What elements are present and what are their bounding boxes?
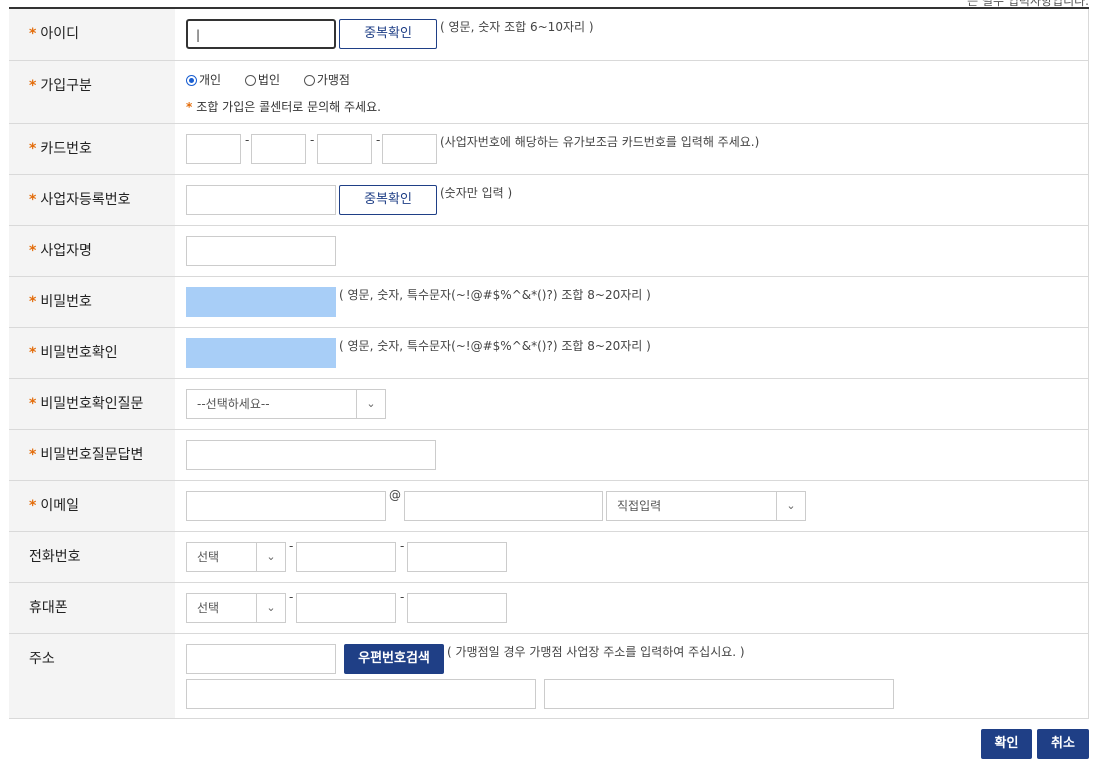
pw-answer-input[interactable] (186, 439, 436, 470)
required-mark: * (29, 140, 37, 157)
required-mark: * (29, 26, 37, 42)
mobile-last-input[interactable] (407, 592, 507, 623)
email-local-input[interactable] (186, 490, 386, 521)
password-label: 비밀번호 (40, 293, 92, 310)
label-cell: * 아이디 (9, 9, 175, 61)
required-mark: * (29, 395, 37, 412)
phone-last-input[interactable] (407, 541, 507, 572)
card-input-1[interactable] (186, 133, 241, 164)
zipcode-search-button[interactable]: 우편번호검색 (344, 643, 444, 674)
pw-answer-label: 비밀번호질문답변 (40, 446, 144, 463)
phone-middle-input[interactable] (296, 541, 396, 572)
pw-question-label: 비밀번호확인질문 (40, 395, 144, 412)
required-mark: * (29, 344, 37, 361)
card-separator: - (245, 132, 250, 147)
address-hint: ( 가맹점일 경우 가맹점 사업장 주소를 입력하여 주십시요. ) (447, 644, 745, 659)
row-password: * 비밀번호 ( 영문, 숫자, 특수문자(~!@#$%^&*()?) 조합 8~… (9, 276, 1089, 328)
card-separator: - (376, 132, 381, 147)
row-card: * 카드번호 - - - (사업자번호에 해당하는 유가보조금 카드번호를 입력해… (9, 123, 1089, 175)
radio-franchise[interactable]: 가맹점 (303, 71, 350, 88)
required-mark: * (29, 77, 37, 94)
phone-label: 전화번호 (29, 548, 81, 565)
password-input[interactable] (186, 286, 336, 317)
radio-unchecked-icon (244, 74, 256, 86)
signup-form: * 아이디 | 중복확인 ( 영문, 숫자 조합 6~10자리 ) * 가입구분 개… (9, 9, 1089, 719)
radio-corporation[interactable]: 법인 (244, 71, 280, 88)
id-duplicate-check-button[interactable]: 중복확인 (339, 19, 437, 49)
mobile-separator: - (400, 589, 405, 604)
phone-separator: - (400, 538, 405, 553)
row-password-confirm: * 비밀번호확인 ( 영문, 숫자, 특수문자(~!@#$%^&*()?) 조합 … (9, 327, 1089, 379)
row-pw-question: * 비밀번호확인질문 --선택하세요-- ⌄ (9, 378, 1089, 430)
biz-no-label: 사업자등록번호 (40, 191, 131, 208)
biz-no-input[interactable] (186, 184, 336, 215)
join-type-label: 가입구분 (40, 77, 92, 94)
mobile-label: 휴대폰 (29, 599, 68, 616)
address-detail-input[interactable] (544, 678, 894, 709)
chevron-down-icon: ⌄ (256, 542, 285, 571)
biz-no-hint: (숫자만 입력 ) (440, 185, 513, 200)
card-hint: (사업자번호에 해당하는 유가보조금 카드번호를 입력해 주세요.) (440, 134, 760, 149)
join-type-note: * 조합 가입은 콜센터로 문의해 주세요. (186, 99, 381, 114)
email-domain-input[interactable] (404, 490, 603, 521)
required-mark: * (29, 497, 37, 514)
phone-prefix-select[interactable]: 선택 ⌄ (186, 541, 286, 572)
email-at-sign: @ (389, 487, 401, 502)
email-domain-select[interactable]: 직접입력 ⌄ (606, 490, 806, 521)
id-input[interactable]: | (186, 19, 336, 49)
password-confirm-input[interactable] (186, 337, 336, 368)
biz-name-label: 사업자명 (40, 242, 92, 259)
card-input-4[interactable] (382, 133, 437, 164)
password-hint: ( 영문, 숫자, 특수문자(~!@#$%^&*()?) 조합 8~20자리 ) (339, 287, 651, 302)
row-id: * 아이디 | 중복확인 ( 영문, 숫자 조합 6~10자리 ) (9, 9, 1089, 61)
required-mark: * (29, 446, 37, 463)
row-address: 주소 우편번호검색 ( 가맹점일 경우 가맹점 사업장 주소를 입력하여 주십시… (9, 633, 1089, 719)
confirm-button[interactable]: 확인 (981, 729, 1032, 759)
row-biz-name: * 사업자명 (9, 225, 1089, 277)
row-pw-answer: * 비밀번호질문답변 (9, 429, 1089, 481)
id-hint: ( 영문, 숫자 조합 6~10자리 ) (440, 20, 594, 34)
pw-question-select[interactable]: --선택하세요-- ⌄ (186, 388, 386, 419)
chevron-down-icon: ⌄ (256, 593, 285, 622)
required-mark: * (29, 242, 37, 259)
address-label: 주소 (29, 650, 55, 667)
card-label: 카드번호 (40, 140, 92, 157)
mobile-separator: - (289, 589, 294, 604)
radio-checked-icon (186, 74, 197, 86)
phone-separator: - (289, 538, 294, 553)
row-biz-no: * 사업자등록번호 중복확인 (숫자만 입력 ) (9, 174, 1089, 226)
mobile-middle-input[interactable] (296, 592, 396, 623)
mobile-prefix-select[interactable]: 선택 ⌄ (186, 592, 286, 623)
card-separator: - (310, 132, 315, 147)
password-confirm-hint: ( 영문, 숫자, 특수문자(~!@#$%^&*()?) 조합 8~20자리 ) (339, 338, 651, 353)
biz-name-input[interactable] (186, 235, 336, 266)
chevron-down-icon: ⌄ (356, 389, 385, 418)
join-type-radio-group: 개인 법인 가맹점 (186, 71, 370, 88)
row-mobile: 휴대폰 선택 ⌄ - - (9, 582, 1089, 634)
radio-unchecked-icon (303, 74, 315, 86)
card-input-2[interactable] (251, 133, 306, 164)
required-mark: * (29, 191, 37, 208)
cancel-button[interactable]: 취소 (1037, 729, 1089, 759)
zipcode-input[interactable] (186, 643, 336, 674)
address-main-input[interactable] (186, 678, 536, 709)
card-input-3[interactable] (317, 133, 372, 164)
radio-individual[interactable]: 개인 (186, 71, 221, 88)
row-join-type: * 가입구분 개인 법인 가맹점 * 조합 가입은 콜센터로 문의해 주세요. (9, 60, 1089, 124)
email-label: 이메일 (40, 497, 79, 514)
chevron-down-icon: ⌄ (776, 491, 805, 520)
row-phone: 전화번호 선택 ⌄ - - (9, 531, 1089, 583)
row-email: * 이메일 @ 직접입력 ⌄ (9, 480, 1089, 532)
biz-no-duplicate-check-button[interactable]: 중복확인 (339, 184, 437, 215)
id-label: 아이디 (40, 26, 79, 42)
required-mark: * (29, 293, 37, 310)
password-confirm-label: 비밀번호확인 (40, 344, 118, 361)
